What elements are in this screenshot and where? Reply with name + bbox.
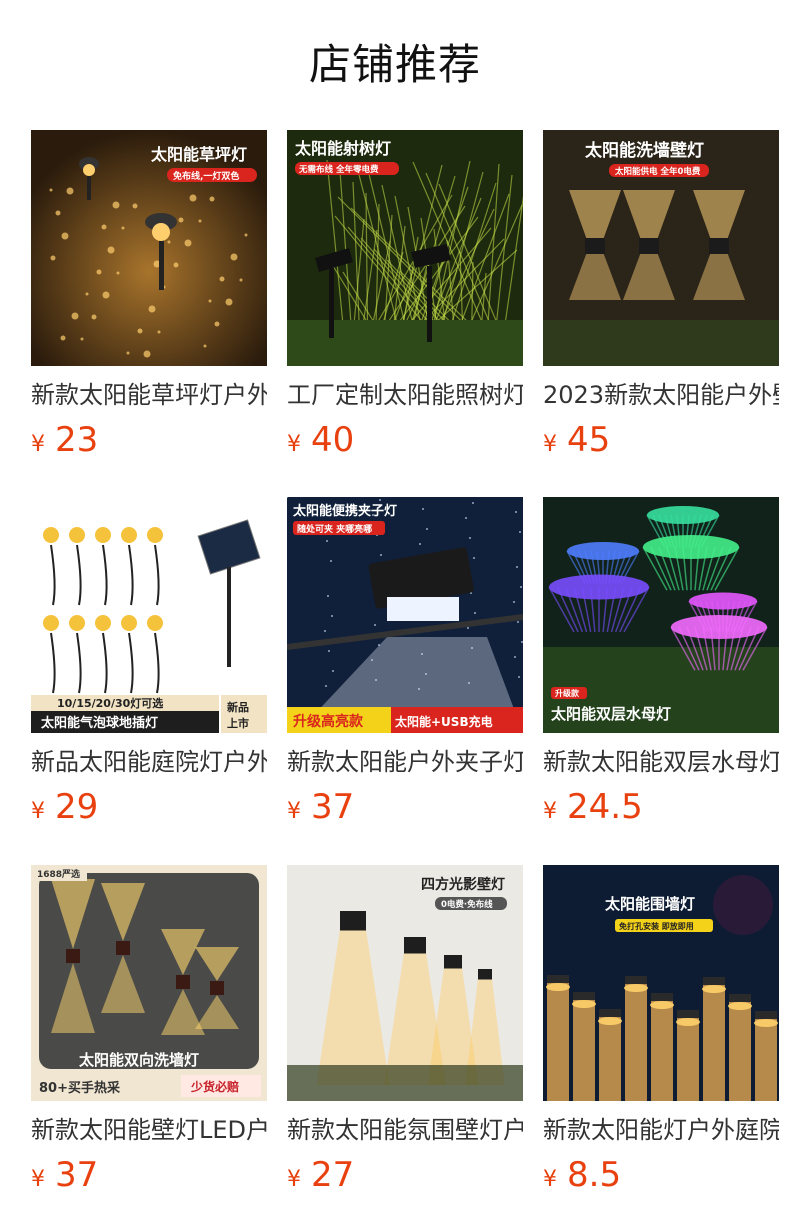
svg-text:太阳能洗墙壁灯: 太阳能洗墙壁灯 bbox=[585, 140, 704, 161]
svg-text:免布线,一灯双色: 免布线,一灯双色 bbox=[173, 170, 239, 182]
price-value: 45 bbox=[567, 420, 611, 460]
product-name[interactable]: 新款太阳能双层水母灯户外 bbox=[543, 745, 779, 779]
price-value: 29 bbox=[55, 787, 99, 827]
price-value: 8.5 bbox=[567, 1155, 622, 1195]
product-image[interactable]: 1688严选太阳能双向洗墙灯 80+买手热采 少货必赔 bbox=[31, 865, 267, 1101]
price-value: 27 bbox=[311, 1155, 355, 1195]
svg-text:太阳能射树灯: 太阳能射树灯 bbox=[294, 139, 391, 158]
svg-text:四方光影壁灯: 四方光影壁灯 bbox=[421, 876, 505, 893]
product-card[interactable]: 10/15/20/30灯可选太阳能气泡球地插灯 新品上市新品太阳能庭院灯户外草坪灯… bbox=[31, 497, 267, 829]
product-card[interactable]: 太阳能草坪灯免布线,一灯双色新款太阳能草坪灯户外庭院灯 ¥23 bbox=[31, 130, 267, 462]
svg-text:太阳能+USB充电: 太阳能+USB充电 bbox=[395, 714, 493, 729]
currency-symbol: ¥ bbox=[287, 432, 301, 457]
product-card[interactable]: 1688严选太阳能双向洗墙灯 80+买手热采 少货必赔新款太阳能壁灯LED户外 ¥37 bbox=[31, 865, 267, 1197]
price-value: 37 bbox=[55, 1155, 99, 1195]
svg-text:新品: 新品 bbox=[227, 700, 249, 714]
svg-text:10/15/20/30灯可选: 10/15/20/30灯可选 bbox=[57, 696, 163, 710]
price-value: 23 bbox=[55, 420, 99, 460]
product-name[interactable]: 新款太阳能灯户外庭院围墙灯 bbox=[543, 1113, 779, 1147]
product-name[interactable]: 新款太阳能壁灯LED户外 bbox=[31, 1113, 267, 1147]
svg-text:太阳能围墙灯: 太阳能围墙灯 bbox=[605, 895, 695, 913]
product-image[interactable]: 太阳能草坪灯免布线,一灯双色 bbox=[31, 130, 267, 366]
product-image[interactable]: 太阳能便携夹子灯随处可夹 夹哪亮哪升级高亮款 太阳能+USB充电 bbox=[287, 497, 523, 733]
product-card[interactable]: 太阳能洗墙壁灯太阳能供电 全年0电费 2023新款太阳能户外壁灯 ¥45 bbox=[543, 130, 779, 462]
currency-symbol: ¥ bbox=[31, 1167, 45, 1192]
product-card[interactable]: 升级款太阳能双层水母灯新款太阳能双层水母灯户外 ¥24.5 bbox=[543, 497, 779, 829]
svg-text:太阳能草坪灯: 太阳能草坪灯 bbox=[150, 145, 247, 164]
currency-symbol: ¥ bbox=[543, 1167, 557, 1192]
svg-text:太阳能双向洗墙灯: 太阳能双向洗墙灯 bbox=[79, 1051, 199, 1069]
product-price: ¥45 bbox=[543, 418, 779, 462]
product-name[interactable]: 新款太阳能户外夹子灯围栏 bbox=[287, 745, 523, 779]
price-value: 37 bbox=[311, 787, 355, 827]
product-card[interactable]: 太阳能便携夹子灯随处可夹 夹哪亮哪升级高亮款 太阳能+USB充电新款太阳能户外夹子… bbox=[287, 497, 523, 829]
product-image[interactable]: 太阳能射树灯无需布线 全年零电费 bbox=[287, 130, 523, 366]
product-image[interactable]: 升级款太阳能双层水母灯 bbox=[543, 497, 779, 733]
currency-symbol: ¥ bbox=[287, 1167, 301, 1192]
product-price: ¥29 bbox=[31, 785, 267, 829]
product-name[interactable]: 新品太阳能庭院灯户外草坪灯 bbox=[31, 745, 267, 779]
currency-symbol: ¥ bbox=[287, 799, 301, 824]
product-image[interactable]: 四方光影壁灯 0电费·免布线 bbox=[287, 865, 523, 1101]
svg-text:80+买手热采: 80+买手热采 bbox=[39, 1080, 121, 1096]
product-card[interactable]: 四方光影壁灯 0电费·免布线新款太阳能氛围壁灯户外 ¥27 bbox=[287, 865, 523, 1197]
page-title: 店铺推荐 bbox=[308, 40, 481, 89]
product-price: ¥40 bbox=[287, 418, 523, 462]
price-value: 24.5 bbox=[567, 787, 643, 827]
currency-symbol: ¥ bbox=[543, 432, 557, 457]
product-price: ¥27 bbox=[287, 1153, 523, 1197]
svg-text:太阳能便携夹子灯: 太阳能便携夹子灯 bbox=[292, 503, 397, 519]
price-value: 40 bbox=[311, 420, 355, 460]
product-name[interactable]: 新款太阳能氛围壁灯户外 bbox=[287, 1113, 523, 1147]
product-image[interactable]: 太阳能围墙灯免打孔安装 即放即用 bbox=[543, 865, 779, 1101]
product-price: ¥23 bbox=[31, 418, 267, 462]
currency-symbol: ¥ bbox=[31, 799, 45, 824]
product-price: ¥37 bbox=[31, 1153, 267, 1197]
svg-text:太阳能双层水母灯: 太阳能双层水母灯 bbox=[551, 705, 671, 723]
product-name[interactable]: 新款太阳能草坪灯户外庭院灯 bbox=[31, 378, 267, 412]
product-price: ¥37 bbox=[287, 785, 523, 829]
svg-text:太阳能供电 全年0电费: 太阳能供电 全年0电费 bbox=[614, 166, 701, 177]
svg-text:无需布线 全年零电费: 无需布线 全年零电费 bbox=[298, 164, 379, 175]
svg-text:免打孔安装 即放即用: 免打孔安装 即放即用 bbox=[619, 921, 694, 931]
product-price: ¥24.5 bbox=[543, 785, 779, 829]
product-image[interactable]: 10/15/20/30灯可选太阳能气泡球地插灯 新品上市 bbox=[31, 497, 267, 733]
product-name[interactable]: 2023新款太阳能户外壁灯 bbox=[543, 378, 779, 412]
svg-text:太阳能气泡球地插灯: 太阳能气泡球地插灯 bbox=[40, 715, 158, 731]
product-name[interactable]: 工厂定制太阳能照树灯户外 bbox=[287, 378, 523, 412]
svg-text:上市: 上市 bbox=[227, 716, 249, 730]
svg-text:0电费·免布线: 0电费·免布线 bbox=[441, 899, 493, 910]
svg-text:少货必赔: 少货必赔 bbox=[190, 1079, 239, 1094]
svg-text:升级高亮款: 升级高亮款 bbox=[293, 713, 364, 730]
svg-text:升级款: 升级款 bbox=[555, 688, 580, 698]
svg-text:随处可夹 夹哪亮哪: 随处可夹 夹哪亮哪 bbox=[297, 523, 372, 535]
product-card[interactable]: 太阳能射树灯无需布线 全年零电费工厂定制太阳能照树灯户外 ¥40 bbox=[287, 130, 523, 462]
svg-text:1688严选: 1688严选 bbox=[37, 868, 80, 880]
product-card[interactable]: 太阳能围墙灯免打孔安装 即放即用新款太阳能灯户外庭院围墙灯 ¥8.5 bbox=[543, 865, 779, 1197]
currency-symbol: ¥ bbox=[543, 799, 557, 824]
product-price: ¥8.5 bbox=[543, 1153, 779, 1197]
currency-symbol: ¥ bbox=[31, 432, 45, 457]
product-image[interactable]: 太阳能洗墙壁灯太阳能供电 全年0电费 bbox=[543, 130, 779, 366]
